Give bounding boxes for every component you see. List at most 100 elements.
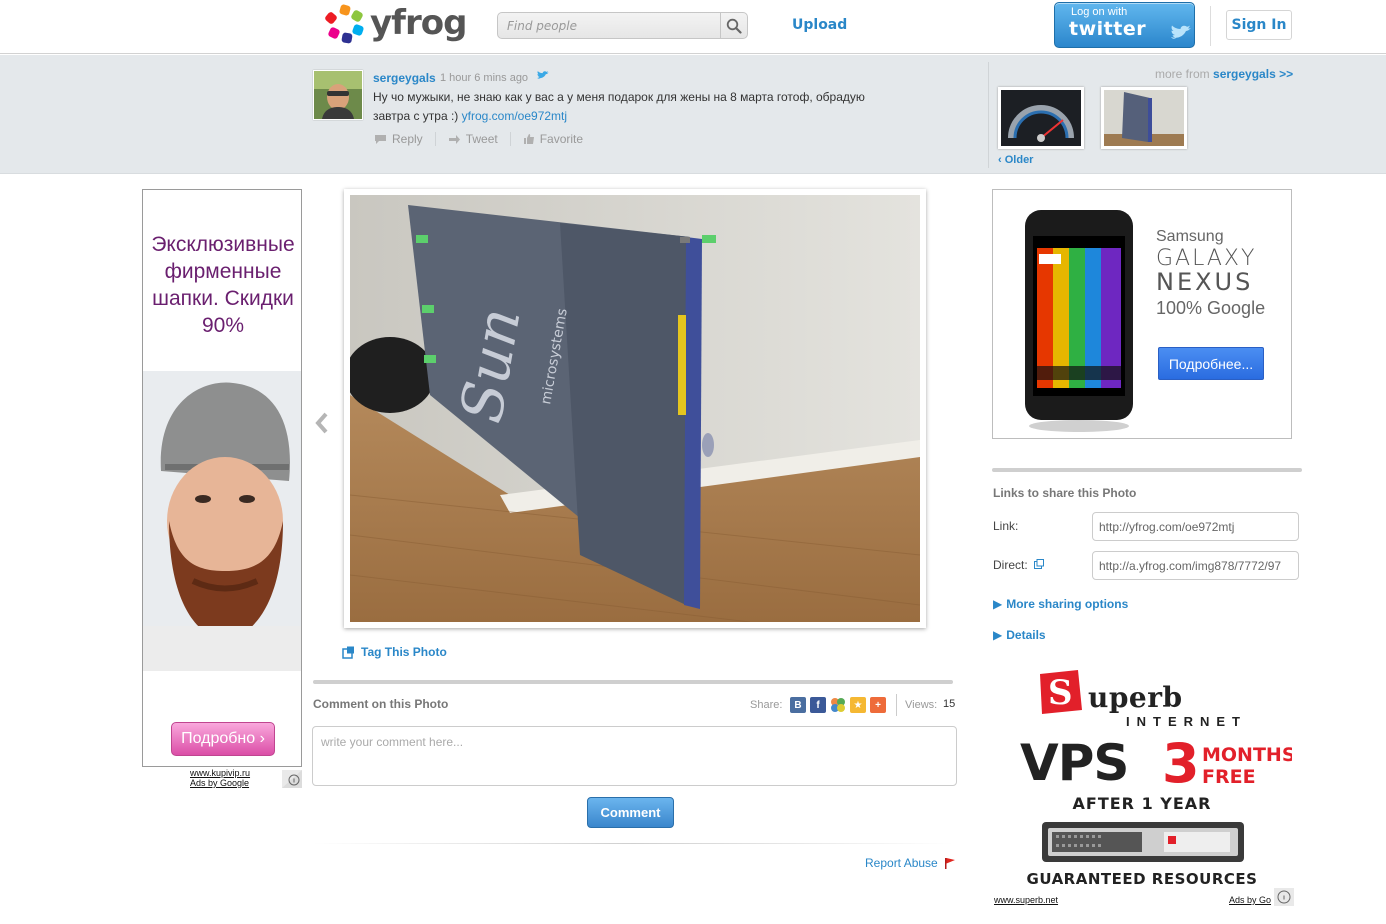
left-ad-ads-by-google[interactable]: Ads by Google [190, 778, 250, 788]
expand-triangle-icon: ▶ [993, 597, 1003, 611]
server-rack-image [1042, 822, 1244, 862]
top-header: yfrog Upload Log on with twitter Sign In [0, 0, 1386, 54]
info-icon [1277, 890, 1291, 904]
favorite-label: Favorite [539, 132, 584, 146]
thumbnail-speedometer[interactable] [998, 87, 1084, 149]
facebook-share-icon[interactable]: f [810, 697, 826, 713]
months-free-text: MONTHS FREE [1202, 744, 1292, 788]
tweet-username[interactable]: sergeygals [373, 71, 436, 85]
share-label: Share: [750, 699, 783, 711]
ad-info-icon[interactable] [1274, 888, 1294, 906]
flag-icon [944, 858, 955, 869]
tweet-label: Tweet [465, 132, 498, 146]
yfrog-logo[interactable]: yfrog [322, 3, 472, 45]
previous-photo-arrow-icon[interactable] [314, 412, 330, 434]
left-ad-url[interactable]: www.kupivip.ru [190, 768, 250, 778]
views-label: Views: [905, 699, 938, 711]
reply-icon [375, 134, 386, 144]
tweet-timestamp[interactable]: 1 hour 6 mins ago [440, 72, 528, 84]
avatar[interactable] [313, 70, 363, 120]
main-photo[interactable]: Sun microsystems [350, 195, 920, 622]
link-label: Link: [993, 519, 1019, 533]
share-title: Links to share this Photo [993, 486, 1137, 500]
tweet-button[interactable]: Tweet [448, 132, 498, 146]
share-section-divider [992, 468, 1302, 472]
more-from-prefix: more from [1155, 67, 1210, 81]
three-text: 3 [1162, 732, 1200, 795]
left-ad-button[interactable]: Подробно › [171, 722, 275, 756]
band-separator [988, 62, 989, 168]
nexus-text: NEXUS [1156, 268, 1254, 296]
more-from-user-link[interactable]: sergeygals >> [1213, 67, 1293, 81]
speedometer-thumbnail-image [1001, 90, 1081, 146]
comment-textarea[interactable] [312, 726, 957, 786]
server-thumbnail-image [1104, 90, 1184, 146]
twitter-bird-icon [537, 71, 549, 79]
galaxy-nexus-phone-image [1025, 210, 1133, 432]
samsung-text: Samsung [1156, 228, 1224, 245]
superb-advertisement[interactable]: S uperb INTERNET VPS 3 MONTHS FREE AFTER… [992, 656, 1292, 906]
report-abuse-label: Report Abuse [865, 856, 938, 870]
more-sharing-label: More sharing options [1006, 597, 1129, 611]
views-separator [896, 694, 897, 716]
tweet-text: Ну чо мужыки, не знаю как у вас а у меня… [373, 88, 873, 126]
reply-label: Reply [392, 132, 423, 146]
more-sharing-options-toggle[interactable]: ▶ More sharing options [993, 597, 1128, 611]
direct-url-field[interactable]: http://a.yfrog.com/img878/7772/97 [1092, 551, 1299, 580]
user-avatar-image [314, 71, 362, 119]
logo-text: yfrog [370, 3, 467, 43]
expand-triangle-icon: ▶ [993, 628, 1003, 642]
svg-text:S: S [1048, 673, 1073, 713]
direct-label-wrap: Direct: [993, 558, 1045, 572]
comment-title: Comment on this Photo [313, 697, 449, 711]
superb-brand-text: uperb [1088, 681, 1183, 714]
comment-submit-button[interactable]: Comment [587, 797, 674, 828]
more-from: more from sergeygals >> [1155, 67, 1293, 81]
sun-server-photo: Sun microsystems [350, 195, 920, 622]
action-divider [509, 132, 511, 146]
tweet-actions: Reply Tweet Favorite [374, 132, 595, 146]
favorite-button[interactable]: Favorite [523, 132, 583, 146]
tag-this-photo-label: Tag This Photo [361, 645, 447, 659]
action-divider [434, 132, 436, 146]
search-button[interactable] [720, 13, 747, 38]
reply-button[interactable]: Reply [374, 132, 423, 146]
direct-label: Direct: [993, 558, 1028, 572]
guaranteed-resources-text: GUARANTEED RESOURCES [1026, 870, 1258, 888]
report-abuse-link[interactable]: Report Abuse [865, 856, 956, 870]
twitter-login-big-text: twitter [1069, 18, 1147, 40]
older-link[interactable]: ‹ Older [998, 154, 1033, 166]
right-ad-more-button[interactable]: Подробнее... [1158, 347, 1264, 380]
share-icons: B f ★ + [790, 697, 886, 713]
photo-frame: Sun microsystems [344, 189, 926, 628]
bookmark-star-share-icon[interactable]: ★ [850, 697, 866, 713]
vps-text: VPS [1020, 734, 1129, 792]
header-separator [1210, 6, 1211, 46]
thumbnail-server[interactable] [1101, 87, 1187, 149]
external-link-icon[interactable] [1034, 559, 1045, 569]
tweet-link[interactable]: yfrog.com/oe972mtj [462, 109, 567, 123]
search-input[interactable] [498, 13, 722, 38]
ad-info-icon[interactable] [282, 770, 302, 788]
left-advertisement[interactable]: Эксклюзивные фирменные шапки. Скидки 90%… [142, 189, 302, 767]
right-advertisement-galaxy-nexus[interactable]: Samsung GALAXY NEXUS 100% Google Подробн… [992, 189, 1292, 439]
older-label: Older [1004, 154, 1034, 166]
search-box [497, 12, 748, 39]
upload-link[interactable]: Upload [792, 17, 847, 33]
vkontakte-share-icon[interactable]: B [790, 697, 806, 713]
thumbs-up-icon [523, 134, 534, 144]
retweet-icon [448, 134, 460, 144]
superb-ads-by-google[interactable]: Ads by Go [1229, 895, 1271, 905]
details-label: Details [1006, 628, 1046, 642]
tag-this-photo-link[interactable]: Tag This Photo [342, 645, 447, 659]
superb-ad-url[interactable]: www.superb.net [994, 895, 1058, 905]
odnoklassniki-share-icon[interactable] [830, 697, 846, 713]
link-url-field[interactable]: http://yfrog.com/oe972mtj [1092, 512, 1299, 541]
add-more-share-icon[interactable]: + [870, 697, 886, 713]
details-toggle[interactable]: ▶ Details [993, 628, 1046, 642]
free-text: FREE [1202, 766, 1256, 788]
sign-in-button[interactable]: Sign In [1226, 10, 1292, 40]
superb-logo-icon: S [1040, 670, 1082, 714]
twitter-bird-icon [1171, 25, 1191, 39]
twitter-login-button[interactable]: Log on with twitter [1054, 2, 1195, 48]
